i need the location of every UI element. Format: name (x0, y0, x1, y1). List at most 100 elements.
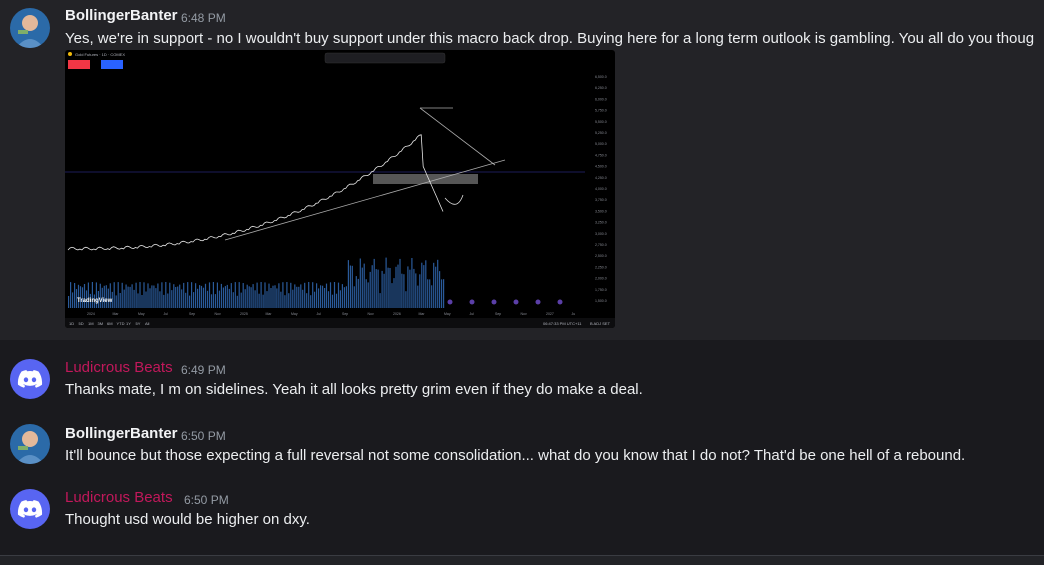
scale-options[interactable]: B ADJ SET (590, 321, 611, 326)
volume-bar (238, 282, 240, 308)
time-tick: Sep (189, 312, 195, 316)
volume-bar (139, 282, 141, 308)
time-tick: Jul (317, 312, 322, 316)
volume-bar (161, 282, 163, 308)
volume-bar (393, 278, 395, 308)
avatar[interactable] (10, 424, 50, 464)
volume-bar (167, 293, 169, 308)
volume-bar (175, 287, 177, 308)
volume-bar (206, 290, 209, 308)
time-tick: Sep (342, 312, 348, 316)
drawing-toolbar[interactable] (324, 52, 446, 64)
volume-bar (302, 289, 304, 308)
volume-bar (212, 282, 214, 308)
volume-bar (151, 285, 153, 308)
volume-bar (252, 284, 254, 308)
volume-bar (405, 291, 407, 308)
avatar[interactable] (10, 8, 50, 48)
volume-bar (248, 286, 250, 308)
volume-bar (337, 282, 340, 308)
range-button[interactable]: 6M (107, 321, 113, 326)
range-button[interactable]: 5Y (136, 321, 141, 326)
volume-bar (246, 284, 248, 308)
range-button[interactable]: 1M (88, 321, 94, 326)
volume-bar (435, 266, 437, 308)
volume-bar (260, 282, 262, 308)
volume-bar (153, 285, 155, 308)
volume-bar (113, 282, 115, 308)
time-tick: 2027 (546, 312, 554, 316)
volume-bar (234, 282, 236, 308)
price-tick: 3,250.0 (595, 221, 607, 225)
volume-bar (322, 285, 324, 308)
volume-bar (250, 287, 252, 308)
range-button[interactable]: 5D (79, 321, 84, 326)
range-button[interactable]: YTD (117, 321, 125, 326)
volume-bar (341, 284, 343, 308)
volume-bar (377, 269, 379, 308)
volume-bar (193, 292, 195, 308)
chart-attachment[interactable]: Gold Futures · 1D · COMEX 6,500.0 6,250.0… (65, 50, 615, 328)
volume-bar (335, 293, 338, 308)
volume-bar (72, 292, 74, 308)
volume-bar (421, 262, 423, 308)
volume-bar (187, 282, 189, 308)
volume-bar (244, 289, 246, 308)
time-tick: Mar (419, 312, 426, 316)
volume-bar (204, 283, 207, 308)
volume-bar (349, 265, 351, 308)
volume-bar (216, 282, 218, 308)
volume-bar (133, 289, 135, 308)
range-button[interactable]: 1D (69, 321, 74, 326)
avatar[interactable] (10, 489, 50, 529)
time-tick: Mar (266, 312, 273, 316)
volume-bar (423, 265, 425, 308)
volume-bar (327, 291, 330, 308)
volume-bar (226, 284, 228, 308)
author-name[interactable]: Ludicrous Beats (65, 489, 173, 506)
range-button[interactable]: All (145, 321, 150, 326)
volume-bar (117, 282, 119, 308)
time-tick: Nov (215, 312, 221, 316)
author-name[interactable]: BollingerBanter (65, 7, 178, 24)
projection-curve (444, 194, 464, 205)
volume-bar (177, 286, 179, 308)
volume-bar (325, 283, 328, 308)
time-tick: 2026 (393, 312, 401, 316)
event-marker[interactable] (447, 299, 453, 305)
event-marker[interactable] (513, 299, 519, 305)
volume-bar (399, 258, 401, 308)
price-tick: 2,500.0 (595, 254, 607, 258)
volume-bar (310, 295, 312, 308)
volume-bar (439, 271, 441, 308)
timestamp: 6:49 PM (181, 363, 226, 377)
price-tick: 5,500.0 (595, 120, 607, 124)
author-name[interactable]: Ludicrous Beats (65, 359, 173, 376)
volume-bar (391, 283, 393, 308)
volume-bar (163, 294, 165, 308)
author-name[interactable]: BollingerBanter (65, 425, 178, 442)
event-marker[interactable] (469, 299, 475, 305)
volume-bar (270, 288, 272, 308)
volume-bar (171, 290, 173, 308)
event-marker[interactable] (557, 299, 563, 305)
range-button[interactable]: 1Y (126, 321, 131, 326)
volume-bar (403, 274, 405, 308)
event-marker[interactable] (491, 299, 497, 305)
event-marker[interactable] (535, 299, 541, 305)
volume-bar (149, 288, 151, 308)
sell-button[interactable] (68, 60, 90, 69)
volume-bar (105, 285, 107, 308)
time-tick: Ju (572, 312, 576, 316)
volume-bar (320, 285, 322, 308)
price-tick: 2,000.0 (595, 277, 607, 281)
volume-bar (417, 285, 419, 308)
volume-bar (401, 273, 403, 308)
range-button[interactable]: 3M (98, 321, 104, 326)
buy-button[interactable] (101, 60, 123, 69)
volume-bar (347, 260, 349, 308)
avatar[interactable] (10, 359, 50, 399)
volume-bar (353, 286, 355, 308)
volume-bar (407, 266, 409, 308)
volume-bar (70, 282, 72, 308)
